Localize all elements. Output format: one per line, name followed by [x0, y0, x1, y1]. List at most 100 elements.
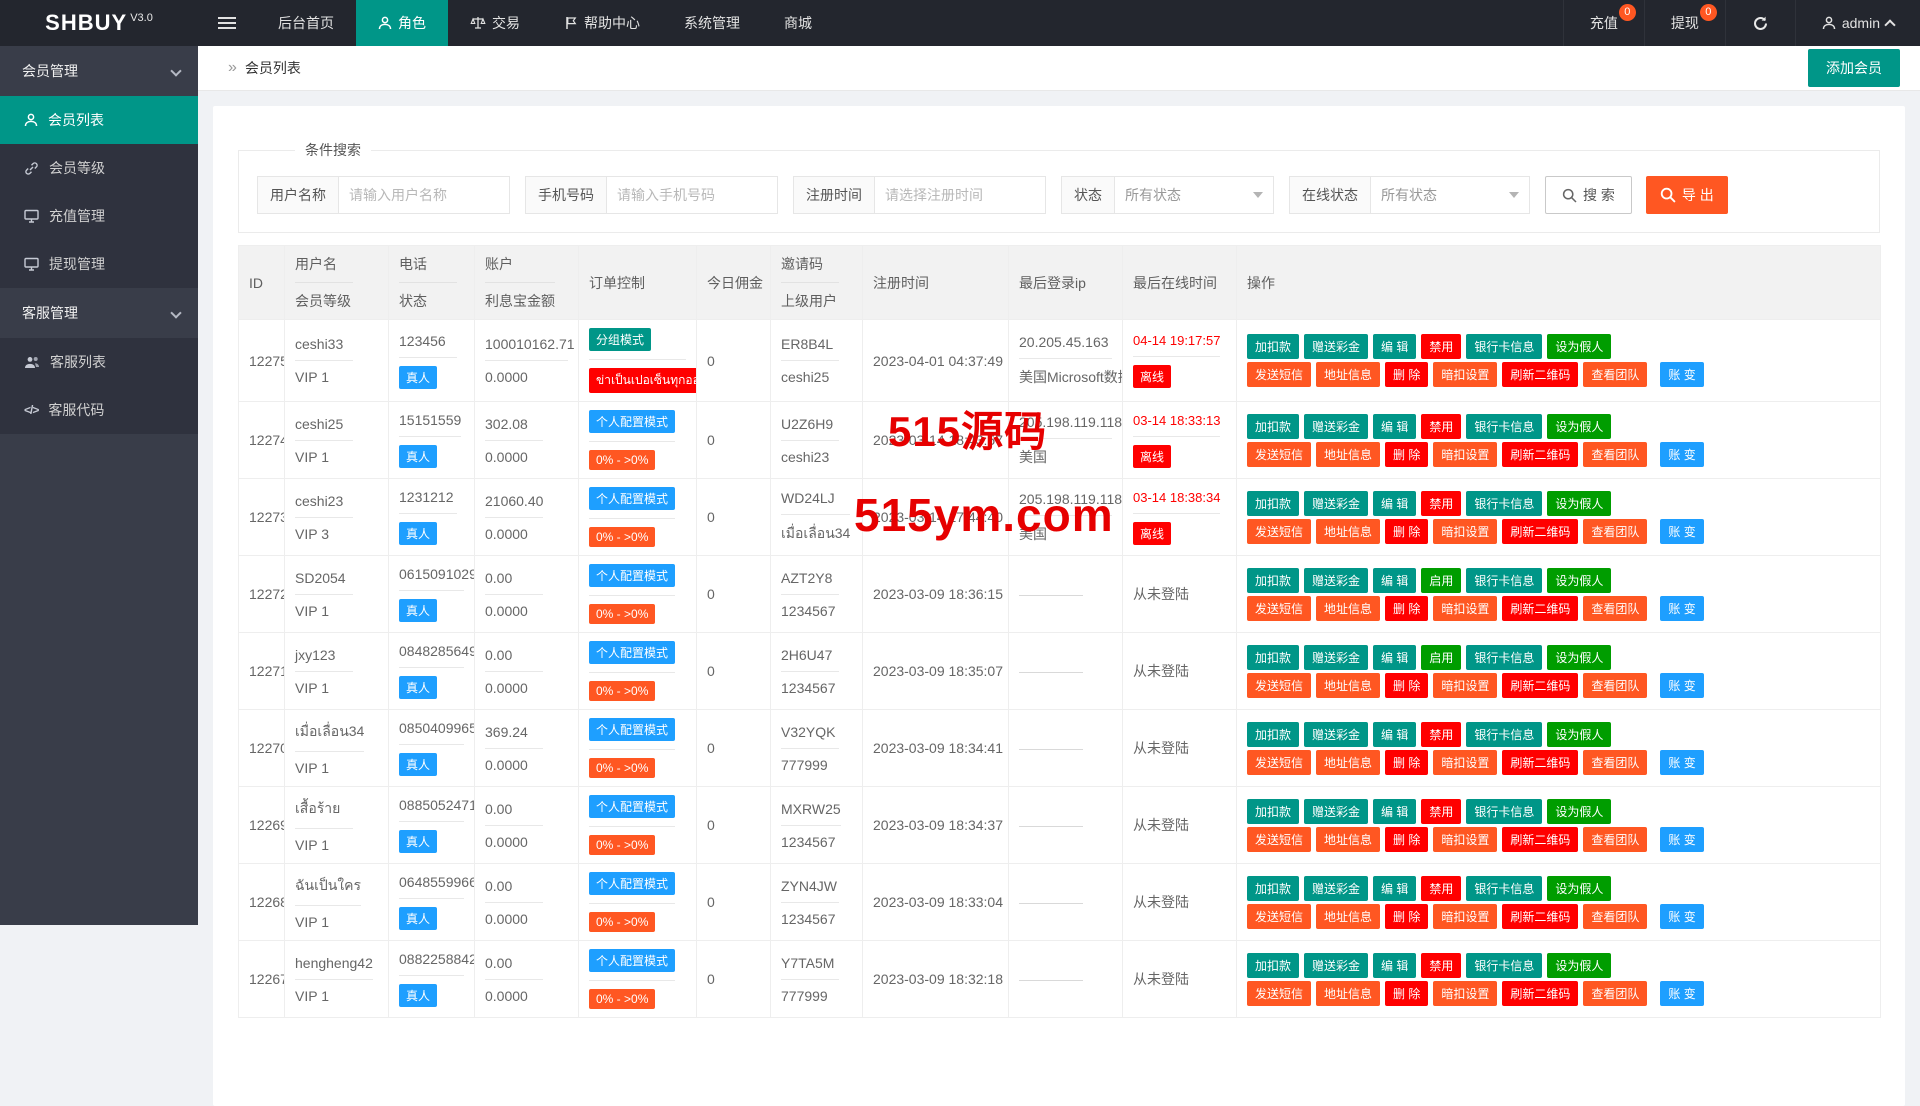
action-button[interactable]: 设为假人 — [1547, 568, 1611, 593]
add-member-button[interactable]: 添加会员 — [1808, 49, 1900, 87]
action-button[interactable]: 银行卡信息 — [1466, 953, 1542, 978]
action-button[interactable]: 银行卡信息 — [1466, 334, 1542, 359]
action-button[interactable]: 设为假人 — [1547, 876, 1611, 901]
action-button[interactable]: 刷新二维码 — [1502, 673, 1578, 698]
action-button[interactable]: 删 除 — [1385, 519, 1428, 544]
action-button[interactable]: 禁用 — [1421, 722, 1461, 747]
phone-input[interactable] — [617, 187, 767, 203]
action-button[interactable]: 禁用 — [1421, 334, 1461, 359]
action-button[interactable]: 编 辑 — [1373, 953, 1416, 978]
action-button[interactable]: 禁用 — [1421, 876, 1461, 901]
action-button[interactable]: 加扣款 — [1247, 876, 1299, 901]
action-button[interactable]: 禁用 — [1421, 414, 1461, 439]
order-rate-badge[interactable]: 0% - >0% — [589, 912, 655, 932]
action-button[interactable]: 设为假人 — [1547, 953, 1611, 978]
action-button[interactable]: 设为假人 — [1547, 799, 1611, 824]
action-button[interactable]: 暗扣设置 — [1433, 981, 1497, 1006]
action-button[interactable]: 加扣款 — [1247, 799, 1299, 824]
action-button[interactable]: 账 变 — [1660, 981, 1703, 1006]
action-button[interactable]: 发送短信 — [1247, 519, 1311, 544]
action-button[interactable]: 赠送彩金 — [1304, 491, 1368, 516]
action-button[interactable]: 暗扣设置 — [1433, 362, 1497, 387]
action-button[interactable]: 赠送彩金 — [1304, 876, 1368, 901]
action-button[interactable]: 赠送彩金 — [1304, 568, 1368, 593]
sidebar-item-member-level[interactable]: 会员等级 — [0, 144, 198, 192]
username-input[interactable] — [349, 187, 499, 203]
action-button[interactable]: 地址信息 — [1316, 750, 1380, 775]
action-button[interactable]: 刷新二维码 — [1502, 442, 1578, 467]
hamburger-menu-icon[interactable] — [198, 0, 256, 46]
action-button[interactable]: 暗扣设置 — [1433, 596, 1497, 621]
regtime-input[interactable] — [885, 187, 1035, 203]
order-mode-badge[interactable]: 个人配置模式 — [589, 718, 675, 741]
sidebar-item-member-list[interactable]: 会员列表 — [0, 96, 198, 144]
action-button[interactable]: 赠送彩金 — [1304, 953, 1368, 978]
order-mode-badge[interactable]: 个人配置模式 — [589, 410, 675, 433]
action-button[interactable]: 编 辑 — [1373, 799, 1416, 824]
nav-item-role[interactable]: 角色 — [356, 0, 448, 46]
nav-withdraw[interactable]: 提现 0 — [1644, 0, 1725, 46]
order-rate-badge[interactable]: 0% - >0% — [589, 527, 655, 547]
action-button[interactable]: 启用 — [1421, 645, 1461, 670]
action-button[interactable]: 查看团队 — [1583, 981, 1647, 1006]
action-button[interactable]: 刷新二维码 — [1502, 827, 1578, 852]
action-button[interactable]: 启用 — [1421, 568, 1461, 593]
sidebar-item-recharge-mgmt[interactable]: 充值管理 — [0, 192, 198, 240]
action-button[interactable]: 发送短信 — [1247, 442, 1311, 467]
sidebar-item-service-list[interactable]: 客服列表 — [0, 338, 198, 386]
action-button[interactable]: 刷新二维码 — [1502, 519, 1578, 544]
action-button[interactable]: 编 辑 — [1373, 722, 1416, 747]
nav-item-system[interactable]: 系统管理 — [662, 0, 762, 46]
action-button[interactable]: 暗扣设置 — [1433, 673, 1497, 698]
action-button[interactable]: 赠送彩金 — [1304, 645, 1368, 670]
action-button[interactable]: 银行卡信息 — [1466, 491, 1542, 516]
action-button[interactable]: 地址信息 — [1316, 981, 1380, 1006]
online-status-select[interactable]: 所有状态 — [1370, 176, 1530, 214]
action-button[interactable]: 禁用 — [1421, 953, 1461, 978]
action-button[interactable]: 发送短信 — [1247, 750, 1311, 775]
action-button[interactable]: 赠送彩金 — [1304, 722, 1368, 747]
action-button[interactable]: 暗扣设置 — [1433, 442, 1497, 467]
action-button[interactable]: 刷新二维码 — [1502, 981, 1578, 1006]
action-button[interactable]: 设为假人 — [1547, 334, 1611, 359]
sidebar-item-service-code[interactable]: </> 客服代码 — [0, 386, 198, 434]
action-button[interactable]: 账 变 — [1660, 750, 1703, 775]
action-button[interactable]: 刷新二维码 — [1502, 362, 1578, 387]
action-button[interactable]: 银行卡信息 — [1466, 414, 1542, 439]
action-button[interactable]: 地址信息 — [1316, 673, 1380, 698]
refresh-button[interactable] — [1725, 0, 1795, 46]
action-button[interactable]: 加扣款 — [1247, 645, 1299, 670]
action-button[interactable]: 暗扣设置 — [1433, 750, 1497, 775]
order-rate-badge[interactable]: 0% - >0% — [589, 604, 655, 624]
order-mode-badge[interactable]: 个人配置模式 — [589, 872, 675, 895]
action-button[interactable]: 银行卡信息 — [1466, 722, 1542, 747]
action-button[interactable]: 赠送彩金 — [1304, 334, 1368, 359]
action-button[interactable]: 账 变 — [1660, 442, 1703, 467]
action-button[interactable]: 编 辑 — [1373, 491, 1416, 516]
action-button[interactable]: 账 变 — [1660, 827, 1703, 852]
action-button[interactable]: 设为假人 — [1547, 645, 1611, 670]
action-button[interactable]: 查看团队 — [1583, 673, 1647, 698]
action-button[interactable]: 删 除 — [1385, 827, 1428, 852]
action-button[interactable]: 设为假人 — [1547, 722, 1611, 747]
nav-item-home[interactable]: 后台首页 — [256, 0, 356, 46]
action-button[interactable]: 账 变 — [1660, 596, 1703, 621]
action-button[interactable]: 编 辑 — [1373, 334, 1416, 359]
action-button[interactable]: 发送短信 — [1247, 673, 1311, 698]
action-button[interactable]: 删 除 — [1385, 673, 1428, 698]
action-button[interactable]: 禁用 — [1421, 491, 1461, 516]
action-button[interactable]: 地址信息 — [1316, 362, 1380, 387]
action-button[interactable]: 加扣款 — [1247, 953, 1299, 978]
order-rate-badge[interactable]: 0% - >0% — [589, 758, 655, 778]
user-menu[interactable]: admin — [1795, 0, 1920, 46]
action-button[interactable]: 查看团队 — [1583, 442, 1647, 467]
action-button[interactable]: 地址信息 — [1316, 827, 1380, 852]
action-button[interactable]: 删 除 — [1385, 442, 1428, 467]
action-button[interactable]: 删 除 — [1385, 981, 1428, 1006]
action-button[interactable]: 编 辑 — [1373, 414, 1416, 439]
action-button[interactable]: 暗扣设置 — [1433, 519, 1497, 544]
action-button[interactable]: 设为假人 — [1547, 414, 1611, 439]
order-mode-badge[interactable]: 个人配置模式 — [589, 795, 675, 818]
action-button[interactable]: 发送短信 — [1247, 827, 1311, 852]
order-rate-badge[interactable]: 0% - >0% — [589, 835, 655, 855]
